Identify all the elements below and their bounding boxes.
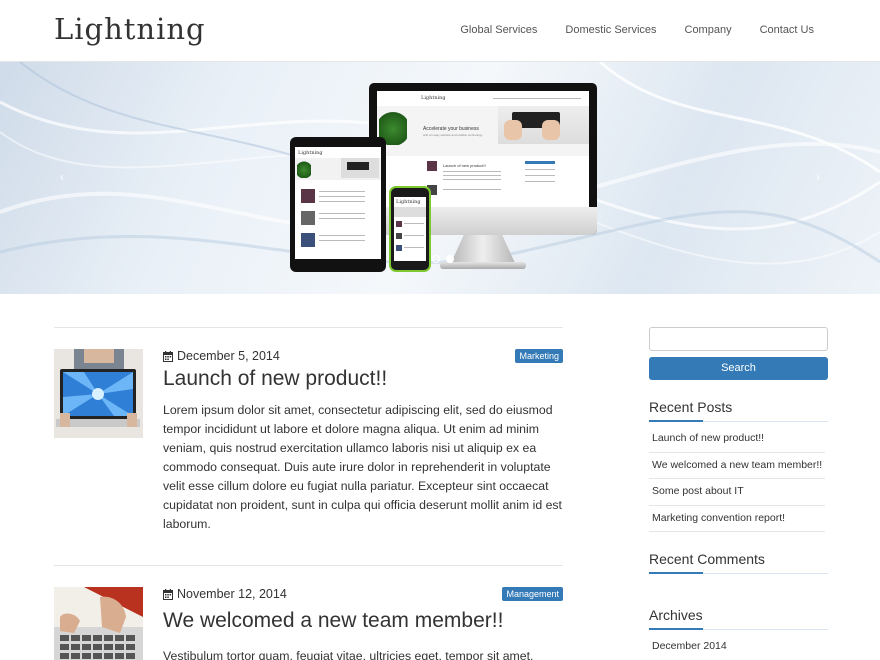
desktop-mock-headline: Accelerate your business [423, 126, 479, 132]
recent-posts-heading: Recent Posts [649, 399, 828, 422]
desktop-mock-nav [493, 98, 581, 99]
post-thumbnail[interactable] [54, 587, 143, 660]
desktop-mock-thumb [427, 161, 437, 171]
site-header: Lightning Global Services Domestic Servi… [0, 0, 880, 62]
calendar-icon [163, 350, 173, 362]
desktop-mock-line-1 [443, 171, 501, 172]
desktop-mock-search-btn [525, 161, 555, 164]
search-input[interactable] [649, 327, 828, 351]
tablet-mock-line-6 [319, 235, 365, 236]
tablet-mock-line-3 [319, 201, 365, 202]
tablet-mock-line-2 [319, 196, 365, 197]
tablet-mock-line-4 [319, 213, 365, 214]
recent-posts-list: Launch of new product!! We welcomed a ne… [649, 426, 825, 532]
tablet-mock-line-5 [319, 218, 365, 219]
phone-mock-line-1 [404, 223, 424, 224]
post-excerpt: Vestibulum tortor quam, feugiat vitae, u… [163, 649, 534, 660]
recent-post-link[interactable]: Marketing convention report! [649, 506, 825, 532]
phone-mock-line-3 [404, 247, 424, 248]
phone-mock-line-2 [404, 235, 424, 236]
post-thumbnail[interactable] [54, 349, 143, 438]
recent-comments-heading: Recent Comments [649, 551, 828, 574]
category-badge[interactable]: Marketing [515, 349, 563, 363]
desktop-mock-side-line-3 [525, 181, 555, 182]
nav-item-domestic-services[interactable]: Domestic Services [565, 24, 656, 36]
desktop-mock-post-title: Launch of new product!! [443, 163, 486, 168]
tablet-keyboard-image [341, 158, 379, 178]
recent-post-link[interactable]: Launch of new product!! [649, 426, 825, 453]
post-title[interactable]: Launch of new product!! [163, 367, 387, 391]
archive-link[interactable]: December 2014 [649, 634, 825, 660]
post-excerpt: Lorem ipsum dolor sit amet, consectetur … [163, 403, 562, 531]
tablet-plant-image [297, 158, 311, 178]
post-date: December 5, 2014 [163, 349, 280, 363]
recent-post-link[interactable]: We welcomed a new team member!! [649, 453, 825, 479]
tablet-screen: Lightning [295, 147, 381, 259]
tablet-mock-line-1 [319, 191, 365, 192]
site-logo[interactable]: Lightning [54, 12, 206, 46]
tablet-mockup: Lightning [290, 137, 386, 272]
desktop-mock-line-2 [443, 175, 501, 176]
main-nav: Global Services Domestic Services Compan… [432, 24, 814, 36]
tablet-mock-thumb-1 [301, 189, 315, 203]
tablet-mock-thumb-3 [301, 233, 315, 247]
recent-post-link[interactable]: Some post about IT [649, 479, 825, 506]
desktop-mock-tagline: with an easy website and reliable techno… [423, 133, 483, 137]
post-item: November 12, 2014 Management We welcomed… [54, 587, 563, 660]
archives-list: December 2014 [649, 634, 825, 660]
desktop-mock-line-3 [443, 179, 501, 180]
desktop-mock-line-4 [443, 189, 501, 190]
tablet-mock-logo: Lightning [298, 150, 323, 156]
phone-mock-thumb-1 [396, 221, 402, 227]
post-divider [54, 565, 563, 566]
post-date: November 12, 2014 [163, 587, 287, 601]
phone-mock-hero [394, 207, 426, 217]
post-date-text: December 5, 2014 [177, 349, 280, 363]
slider-dot-2[interactable] [446, 255, 454, 263]
calendar-icon [163, 588, 173, 600]
search-button[interactable]: Search [649, 357, 828, 380]
desktop-stand-base [440, 262, 526, 269]
archives-heading: Archives [649, 607, 828, 630]
post-date-text: November 12, 2014 [177, 587, 287, 601]
phone-screen: Lightning [394, 197, 426, 261]
hero-slider: ‹ › Lightning Accelerate your business w… [0, 62, 880, 294]
desktop-mock-side-line-2 [525, 175, 555, 176]
slider-dot-1[interactable] [432, 255, 440, 263]
desktop-mock-logo: Lightning [421, 95, 446, 101]
tablet-mock-line-7 [319, 240, 365, 241]
phone-mock-thumb-3 [396, 245, 402, 251]
slider-prev-icon[interactable]: ‹ [60, 170, 64, 184]
slider-indicators [432, 255, 454, 263]
phone-mockup: Lightning [389, 186, 431, 272]
keyboard-image [498, 106, 589, 144]
phone-mock-logo: Lightning [396, 199, 421, 205]
tablet-mock-thumb-2 [301, 211, 315, 225]
post-item: December 5, 2014 Marketing Launch of new… [54, 349, 563, 549]
post-title[interactable]: We welcomed a new team member!! [163, 609, 503, 633]
category-badge[interactable]: Management [502, 587, 563, 601]
slider-next-icon[interactable]: › [816, 170, 820, 184]
nav-item-global-services[interactable]: Global Services [460, 24, 537, 36]
phone-mock-thumb-2 [396, 233, 402, 239]
nav-item-contact-us[interactable]: Contact Us [760, 24, 814, 36]
nav-item-company[interactable]: Company [685, 24, 732, 36]
content-divider [54, 327, 563, 328]
desktop-mock-side-line-1 [525, 169, 555, 170]
